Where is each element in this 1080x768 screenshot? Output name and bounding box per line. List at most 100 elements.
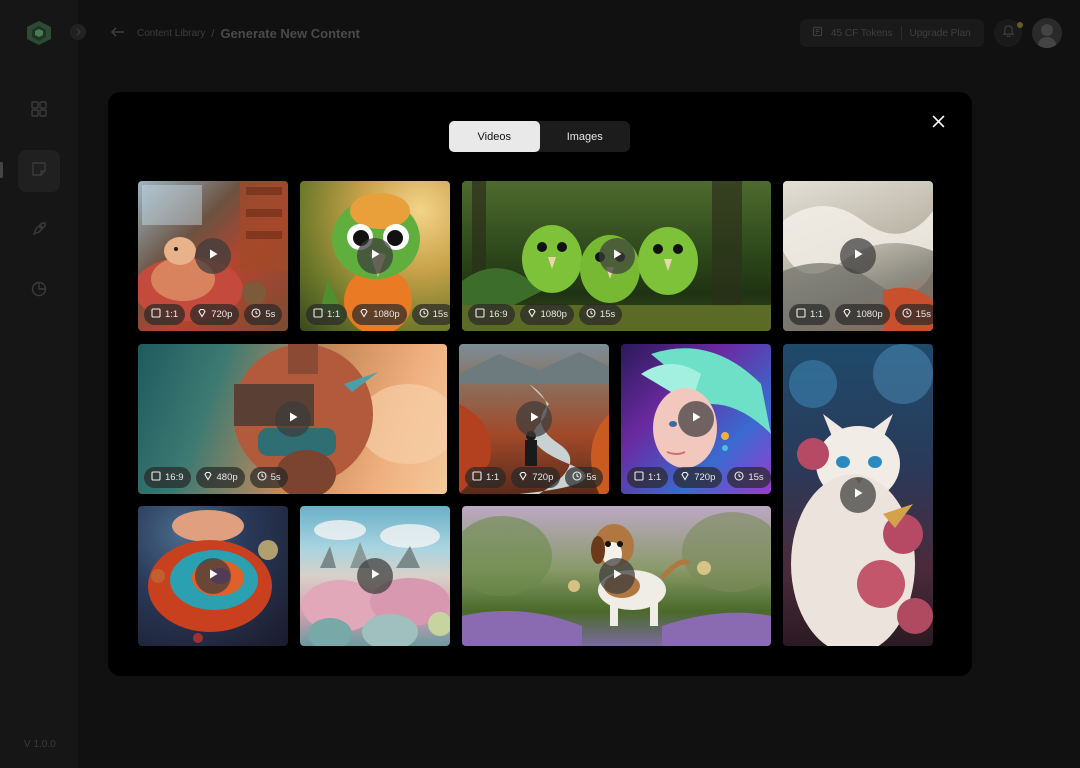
tab-images[interactable]: Images <box>540 121 631 152</box>
back-button[interactable] <box>110 24 126 45</box>
resolution-value: 720p <box>532 472 554 483</box>
breadcrumb: Content Library / Generate New Content <box>137 26 360 41</box>
clock-icon <box>902 308 912 321</box>
play-button[interactable] <box>598 558 635 594</box>
diamond-icon <box>203 471 213 484</box>
breadcrumb-parent-link[interactable]: Content Library <box>137 28 205 39</box>
bell-icon <box>1002 24 1015 42</box>
video-tile-smoke-abstract[interactable]: 1:1 1080p 15s <box>783 181 933 331</box>
sidebar-toggle-button[interactable] <box>70 24 86 40</box>
sidebar-item-campaigns[interactable] <box>18 210 60 252</box>
duration-chip: 5s <box>565 467 604 488</box>
aspect-ratio-value: 1:1 <box>648 472 662 483</box>
sidebar: V 1.0.0 <box>0 0 78 768</box>
clock-icon <box>257 471 267 484</box>
video-tile-neon-girl[interactable]: 1:1 720p 15s <box>621 344 771 494</box>
video-meta: 1:1 720p 5s <box>144 304 283 325</box>
video-meta: 16:9 480p 5s <box>144 467 288 488</box>
duration-chip: 5s <box>249 467 288 488</box>
play-icon <box>369 247 381 265</box>
token-balance: 45 CF Tokens Upgrade Plan <box>800 19 984 47</box>
diamond-icon <box>527 308 537 321</box>
aspect-ratio-chip: 1:1 <box>144 304 186 325</box>
aspect-square-icon <box>151 471 161 484</box>
aspect-square-icon <box>151 308 161 321</box>
video-meta: 1:1 720p 5s <box>465 467 604 488</box>
token-divider <box>900 26 902 40</box>
sidebar-item-content[interactable] <box>18 150 60 192</box>
aspect-ratio-value: 1:1 <box>165 309 179 320</box>
page-title: Generate New Content <box>220 26 360 41</box>
duration-chip: 5s <box>244 304 283 325</box>
breadcrumb-separator: / <box>211 27 215 40</box>
play-button[interactable] <box>357 238 393 274</box>
resolution-value: 720p <box>694 472 716 483</box>
clock-icon <box>251 308 261 321</box>
aspect-square-icon <box>796 308 806 321</box>
video-tile-river-valley[interactable]: 1:1 720p 5s <box>459 344 609 494</box>
aspect-square-icon <box>634 471 644 484</box>
play-button[interactable] <box>357 558 393 594</box>
play-button[interactable] <box>274 401 311 437</box>
user-avatar[interactable] <box>1032 18 1062 48</box>
duration-value: 15s <box>599 309 616 320</box>
play-icon <box>207 567 219 585</box>
duration-chip: 15s <box>727 467 771 488</box>
video-tile-cozy-hamster[interactable]: 1:1 720p 5s <box>138 181 288 331</box>
clock-icon <box>586 308 596 321</box>
aspect-ratio-chip: 1:1 <box>627 467 669 488</box>
play-button[interactable] <box>598 238 635 274</box>
video-tile-green-birds[interactable]: 16:9 1080p 15s <box>462 181 771 331</box>
play-icon <box>611 567 623 585</box>
play-button[interactable] <box>195 238 231 274</box>
play-button[interactable] <box>840 477 876 513</box>
media-gallery-modal: Videos Images 1:1 720p 5s 1:1 1080p 15s … <box>108 92 972 676</box>
duration-value: 15s <box>915 309 931 320</box>
aspect-square-icon <box>472 471 482 484</box>
diamond-icon <box>842 308 852 321</box>
play-button[interactable] <box>195 558 231 594</box>
video-tile-beagle[interactable] <box>462 506 771 646</box>
aspect-ratio-chip: 1:1 <box>789 304 831 325</box>
resolution-value: 720p <box>211 309 233 320</box>
sidebar-item-analytics[interactable] <box>18 270 60 312</box>
aspect-ratio-value: 16:9 <box>489 309 508 320</box>
aspect-ratio-chip: 16:9 <box>144 467 191 488</box>
duration-chip: 15s <box>411 304 450 325</box>
sidebar-item-dashboard[interactable] <box>18 90 60 132</box>
video-meta: 16:9 1080p 15s <box>468 304 623 325</box>
aspect-square-icon <box>313 308 323 321</box>
resolution-value: 1080p <box>856 309 883 320</box>
token-icon <box>812 26 823 40</box>
video-meta: 1:1 720p 15s <box>627 467 771 488</box>
diamond-icon <box>680 471 690 484</box>
video-tile-coral-landscape[interactable] <box>300 506 450 646</box>
resolution-chip: 1080p <box>352 304 407 325</box>
resolution-chip: 720p <box>511 467 561 488</box>
duration-chip: 15s <box>578 304 623 325</box>
video-tile-parrot[interactable]: 1:1 1080p 15s <box>300 181 450 331</box>
play-icon <box>528 410 540 428</box>
app-logo[interactable] <box>26 20 52 46</box>
close-icon <box>932 115 945 133</box>
play-icon <box>287 410 299 428</box>
resolution-chip: 480p <box>195 467 245 488</box>
video-tile-planet-swirl[interactable] <box>138 506 288 646</box>
resolution-chip: 720p <box>673 467 723 488</box>
play-button[interactable] <box>516 401 552 437</box>
clock-icon <box>419 308 429 321</box>
aspect-ratio-chip: 16:9 <box>468 304 515 325</box>
video-tile-vr-surreal[interactable]: 16:9 480p 5s <box>138 344 447 494</box>
play-button[interactable] <box>678 401 714 437</box>
play-button[interactable] <box>840 238 876 274</box>
note-icon <box>31 161 47 182</box>
upgrade-plan-button[interactable]: Upgrade Plan <box>910 28 971 39</box>
resolution-value: 480p <box>216 472 238 483</box>
aspect-ratio-value: 1:1 <box>810 309 824 320</box>
aspect-ratio-value: 1:1 <box>327 309 341 320</box>
close-button[interactable] <box>928 114 948 134</box>
video-tile-white-cat[interactable] <box>783 344 933 646</box>
aspect-square-icon <box>475 308 485 321</box>
pie-chart-icon <box>31 281 47 302</box>
tab-videos[interactable]: Videos <box>449 121 540 152</box>
